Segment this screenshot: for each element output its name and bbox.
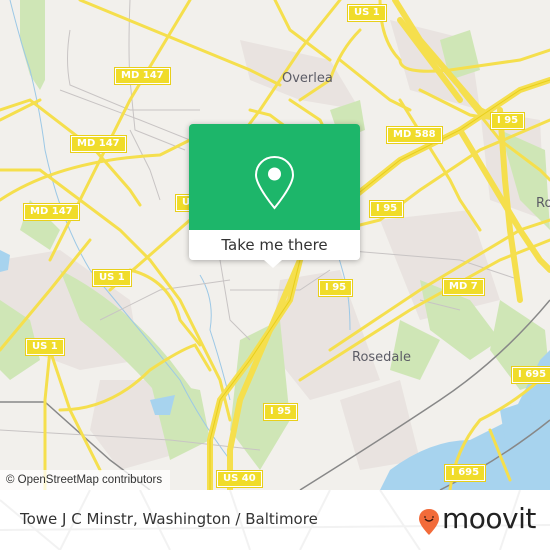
place-label-rosedale: Rosedale xyxy=(352,350,412,365)
road-shield: I 695 xyxy=(443,464,487,482)
road-shield: I 95 xyxy=(317,279,354,297)
map-pin-icon xyxy=(254,155,295,210)
map-attribution[interactable]: © OpenStreetMap contributors xyxy=(0,470,171,490)
popup-header xyxy=(189,124,360,230)
road-shield: I 95 xyxy=(368,200,405,218)
road-shield: US 1 xyxy=(347,4,387,22)
map[interactable]: Overlea Rosedale Ro US 1 MD 147 MD 147 M… xyxy=(0,0,550,490)
place-label-overlea: Overlea xyxy=(282,71,333,86)
place-label-partial: Ro xyxy=(536,196,550,211)
road-shield: US 1 xyxy=(92,269,132,287)
road-shield: I 695 xyxy=(510,366,550,384)
moovit-pin-icon xyxy=(419,509,439,535)
take-me-there-button[interactable]: Take me there xyxy=(189,230,360,260)
road-shield: MD 147 xyxy=(70,135,127,153)
road-shield: MD 7 xyxy=(442,278,485,296)
moovit-wordmark: moovit xyxy=(442,502,536,535)
road-shield: MD 147 xyxy=(114,67,171,85)
footer: Towe J C Minstr, Washington / Baltimore … xyxy=(0,490,550,550)
location-popup[interactable]: Take me there xyxy=(189,124,360,268)
road-shield: US 1 xyxy=(25,338,65,356)
road-shield: MD 588 xyxy=(386,126,443,144)
road-shield: US 40 xyxy=(216,470,263,488)
road-shield: I 95 xyxy=(262,403,299,421)
popup-pointer xyxy=(264,260,282,268)
road-shield: MD 147 xyxy=(23,203,80,221)
road-shield: I 95 xyxy=(489,112,526,130)
location-title: Towe J C Minstr, Washington / Baltimore xyxy=(20,510,318,528)
